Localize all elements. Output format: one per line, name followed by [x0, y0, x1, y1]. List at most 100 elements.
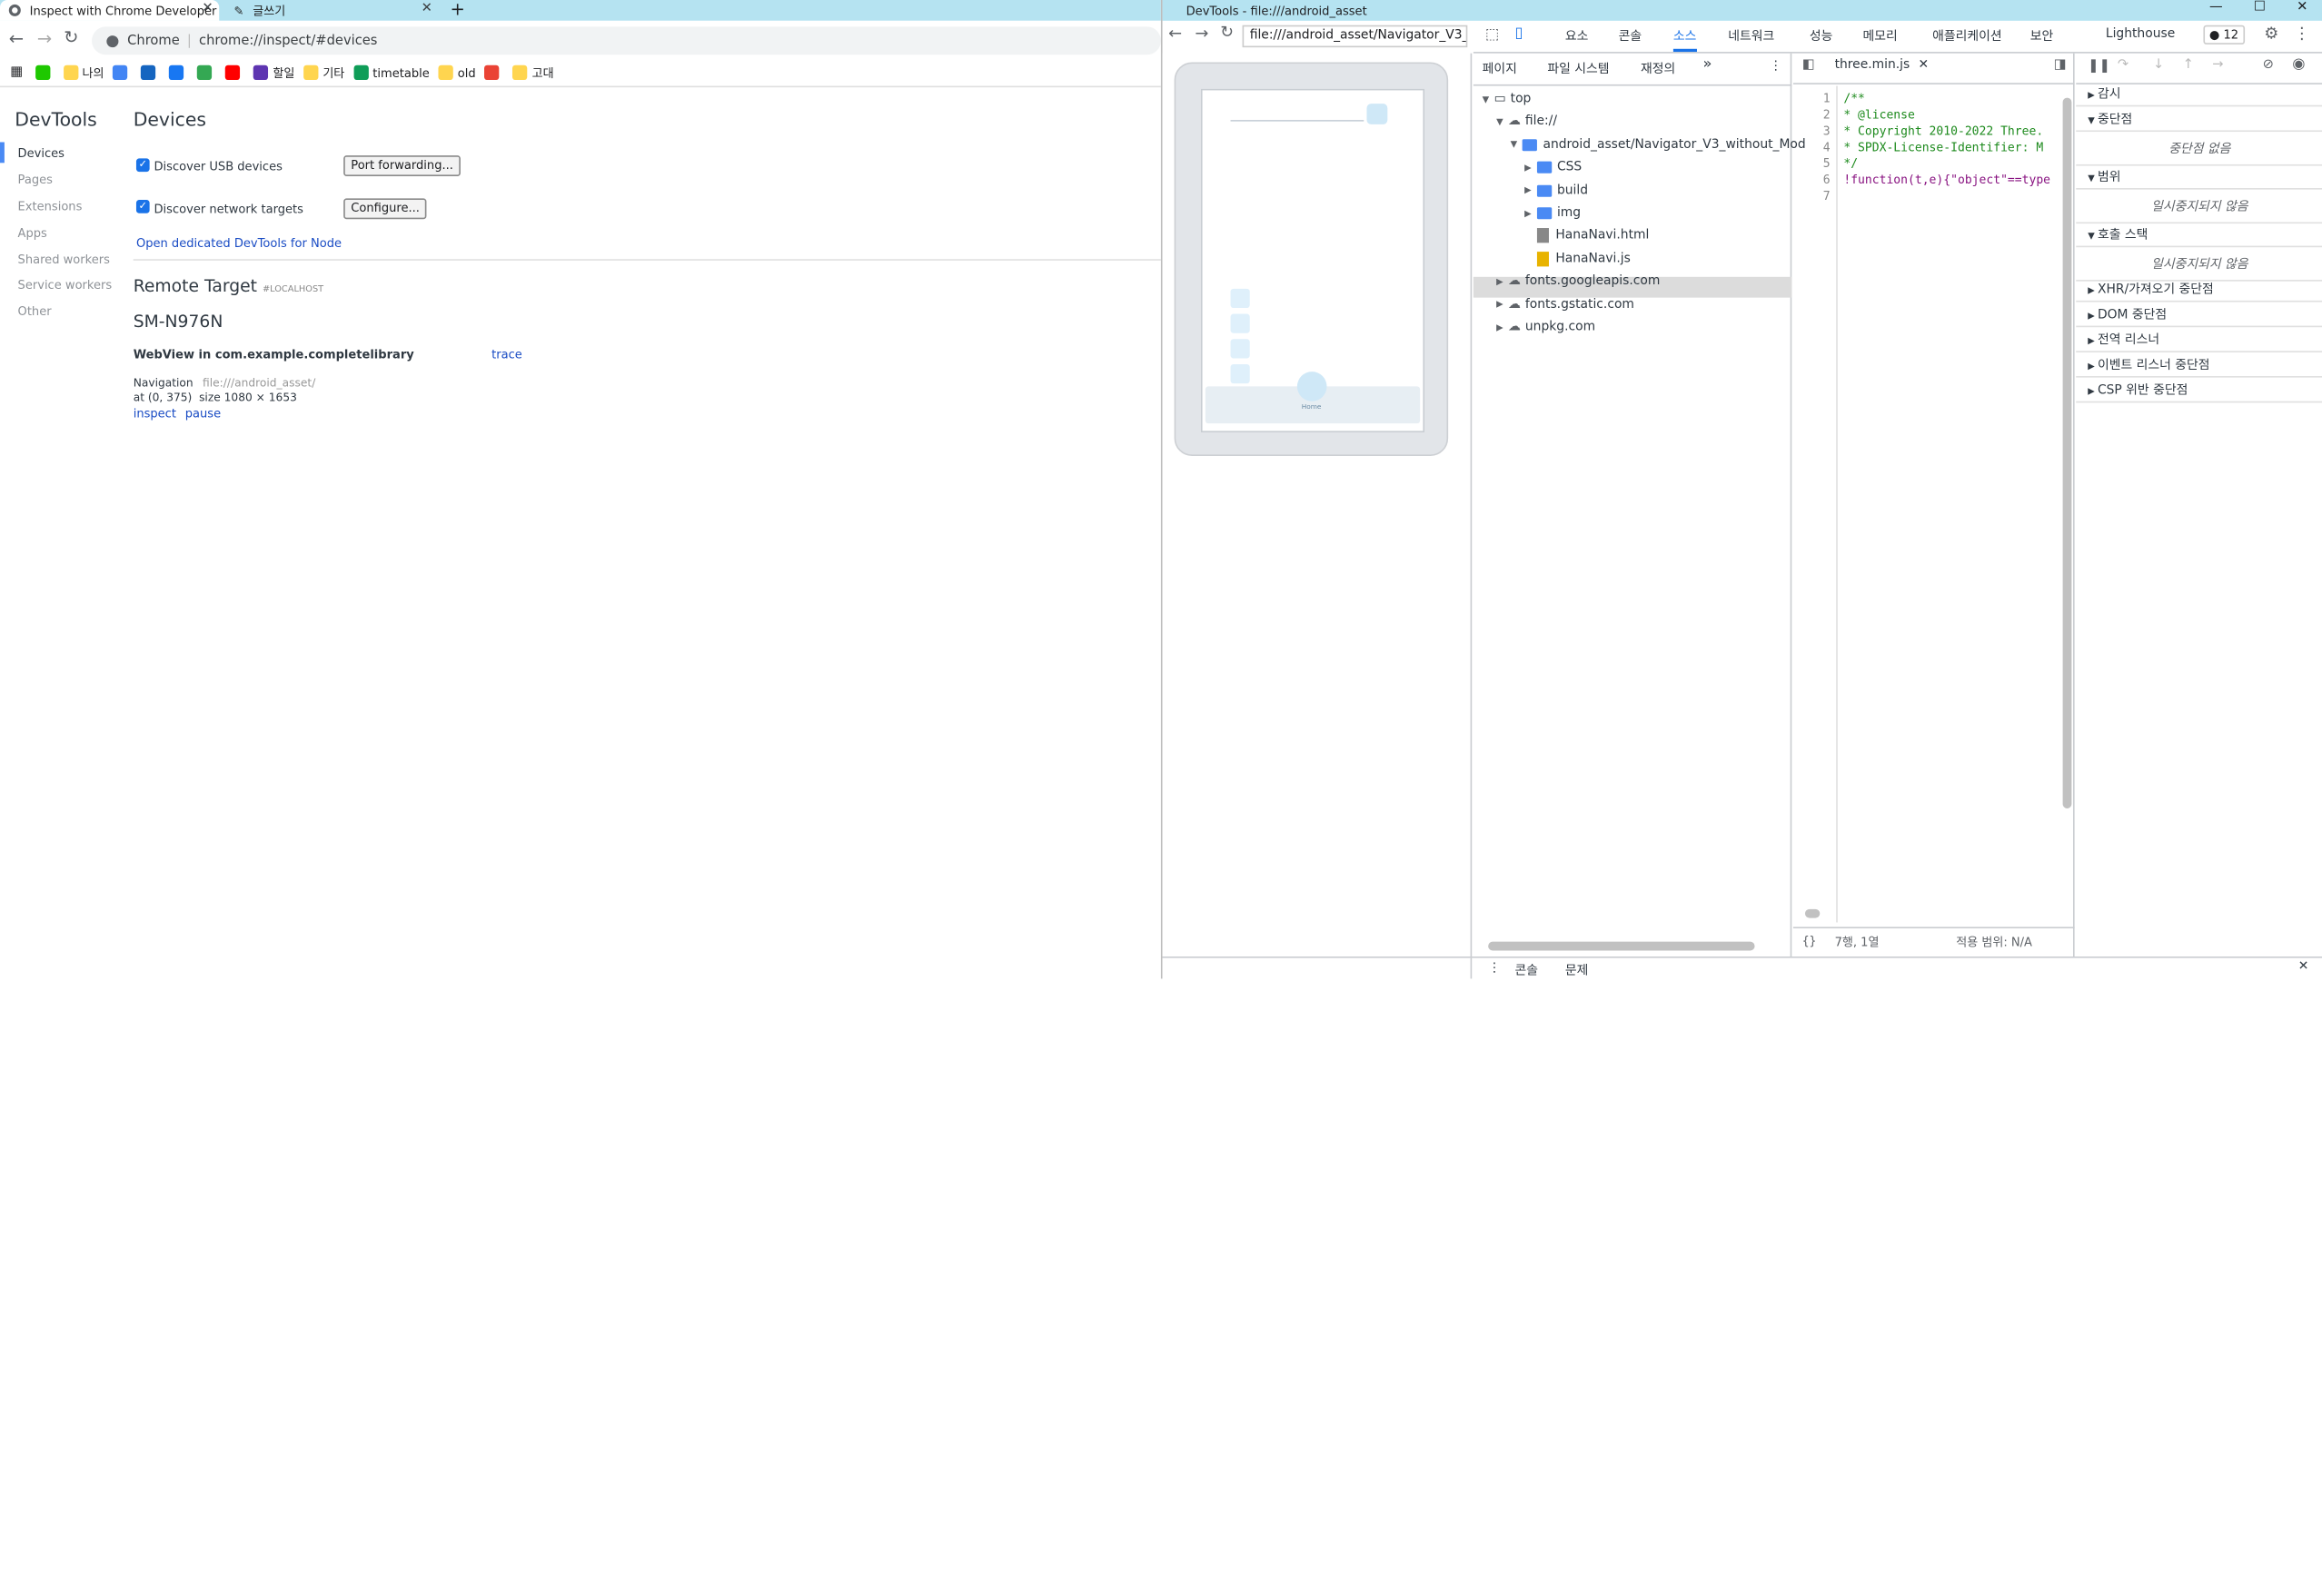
tree-item[interactable]: ▶ build — [1524, 183, 1588, 197]
tree-item[interactable]: ▶ ☁ fonts.gstatic.com — [1496, 297, 1634, 312]
discover-network-checkbox[interactable]: ✓ — [135, 200, 150, 213]
bookmark-item[interactable]: 기타 — [303, 64, 344, 81]
drawer-tab-issues[interactable]: 문제 — [1565, 961, 1588, 978]
global-listeners-section[interactable]: ▶ 전역 리스너 — [2076, 329, 2322, 352]
screencast-reload-icon[interactable]: ↻ — [1220, 22, 1234, 41]
code-line[interactable]: * @license — [1843, 108, 1915, 122]
sidebar-item-other[interactable]: Other — [18, 305, 52, 319]
code-line[interactable]: * Copyright 2010-2022 Three. — [1843, 124, 2043, 138]
forward-icon[interactable]: → — [37, 28, 52, 49]
apps-icon[interactable]: ▦ — [10, 65, 23, 80]
csp-breakpoints-section[interactable]: ▶ CSP 위반 중단점 — [2076, 379, 2322, 403]
tab-console[interactable]: 콘솔 — [1619, 26, 1642, 45]
configure-button[interactable]: Configure... — [343, 198, 428, 220]
tab-write[interactable]: ✎ 글쓰기 ✕ — [225, 0, 439, 21]
navigator-hscrollbar[interactable] — [1488, 941, 1755, 951]
bookmark-item[interactable]: timetable — [353, 64, 430, 81]
issues-badge[interactable]: ● 12 — [2203, 25, 2245, 45]
step-out-icon[interactable]: ↑ — [2183, 58, 2194, 73]
device-screen[interactable]: Home — [1200, 88, 1425, 432]
sidebar-item-pages[interactable]: Pages — [18, 173, 53, 187]
tab-network[interactable]: 네트워크 — [1728, 26, 1774, 45]
tab-elements[interactable]: 요소 — [1565, 26, 1588, 45]
tree-item[interactable]: ▼ ☁ file:// — [1496, 114, 1557, 129]
more-options-icon[interactable]: ⋮ — [2294, 24, 2310, 43]
code-line[interactable]: /** — [1843, 92, 1865, 105]
scope-section[interactable]: ▼ 범위 — [2076, 166, 2322, 190]
minimize-icon[interactable]: — — [2209, 0, 2223, 15]
more-tabs-icon[interactable]: » — [1703, 56, 1712, 73]
code-line[interactable]: */ — [1843, 157, 1858, 171]
screencast-forward-icon[interactable]: → — [1195, 24, 1208, 43]
tree-item[interactable]: ▶ ☁ fonts.googleapis.com — [1496, 274, 1660, 289]
tab-application[interactable]: 애플리케이션 — [1932, 26, 2001, 45]
open-node-devtools-link[interactable]: Open dedicated DevTools for Node — [136, 237, 342, 251]
step-icon[interactable]: → — [2212, 58, 2223, 73]
code-line[interactable]: !function(t,e){"object"==type — [1843, 173, 2050, 187]
pretty-print-icon[interactable]: {} — [1802, 935, 1817, 948]
trace-link[interactable]: trace — [491, 348, 522, 362]
dom-breakpoints-section[interactable]: ▶ DOM 중단점 — [2076, 303, 2322, 328]
sidebar-item-apps[interactable]: Apps — [18, 226, 47, 240]
bookmark-item[interactable]: 할일 — [253, 64, 294, 81]
back-icon[interactable]: ← — [9, 28, 24, 49]
tab-inspect[interactable]: Inspect with Chrome Developer ✕ — [0, 0, 220, 21]
bookmark-item[interactable]: 나의 — [63, 64, 104, 81]
sidebar-item-devices[interactable]: Devices — [18, 146, 64, 160]
bookmark-item[interactable] — [141, 64, 160, 81]
tree-item[interactable]: ▶ img — [1524, 206, 1581, 221]
nav-tab-page[interactable]: 페이지 — [1483, 59, 1517, 76]
bookmark-item[interactable] — [197, 64, 216, 81]
bookmark-item[interactable]: 고대 — [512, 64, 554, 81]
tab-security[interactable]: 보안 — [2030, 26, 2053, 45]
settings-gear-icon[interactable]: ⚙ — [2264, 24, 2278, 43]
inspect-link[interactable]: inspect — [134, 407, 176, 421]
step-over-icon[interactable]: ↷ — [2118, 58, 2128, 73]
nav-tab-filesystem[interactable]: 파일 시스템 — [1547, 59, 1609, 76]
discover-usb-checkbox[interactable]: ✓ — [135, 158, 150, 173]
close-icon[interactable]: ✕ — [422, 2, 432, 16]
tree-item[interactable]: ▼ ▭ top — [1483, 92, 1532, 106]
nav-tab-overrides[interactable]: 재정의 — [1641, 59, 1675, 76]
bookmark-item[interactable] — [113, 64, 132, 81]
tab-sources[interactable]: 소스 — [1672, 26, 1697, 53]
bookmark-item[interactable] — [169, 64, 188, 81]
tab-lighthouse[interactable]: Lighthouse — [2106, 26, 2175, 41]
code-line[interactable]: * SPDX-License-Identifier: M — [1843, 141, 2043, 154]
tab-memory[interactable]: 메모리 — [1863, 26, 1898, 45]
bookmark-item[interactable] — [225, 64, 244, 81]
reload-icon[interactable]: ↻ — [64, 26, 78, 47]
watch-section[interactable]: ▶ 감시 — [2076, 83, 2322, 107]
step-into-icon[interactable]: ↓ — [2153, 58, 2164, 73]
xhr-breakpoints-section[interactable]: ▶ XHR/가져오기 중단점 — [2076, 278, 2322, 302]
pause-icon[interactable]: ❚❚ — [2088, 59, 2110, 74]
new-tab-icon[interactable]: + — [451, 0, 465, 19]
port-forwarding-button[interactable]: Port forwarding... — [343, 155, 461, 176]
drawer-close-icon[interactable]: ✕ — [2298, 959, 2309, 974]
editor-vscrollbar[interactable] — [2062, 97, 2072, 808]
drawer-menu-icon[interactable]: ⋮ — [1488, 961, 1501, 976]
home-button[interactable] — [1296, 372, 1327, 401]
tree-item[interactable]: ▼ android_asset/Navigator_V3_without_Mod — [1511, 137, 1806, 152]
maximize-icon[interactable]: ☐ — [2254, 0, 2266, 15]
tab-performance[interactable]: 성능 — [1810, 26, 1832, 45]
tree-item[interactable]: ▶ CSS — [1524, 160, 1582, 174]
tree-item[interactable]: ▶ ☁ unpkg.com — [1496, 320, 1595, 334]
event-breakpoints-section[interactable]: ▶ 이벤트 리스너 중단점 — [2076, 354, 2322, 378]
drawer-tab-console[interactable]: 콘솔 — [1514, 961, 1537, 978]
sidebar-item-shared-workers[interactable]: Shared workers — [18, 253, 110, 267]
bookmark-item[interactable]: old — [438, 64, 476, 81]
editor-file-tab[interactable]: three.min.js ✕ — [1835, 58, 1930, 73]
sidebar-item-extensions[interactable]: Extensions — [18, 200, 83, 213]
sidebar-item-service-workers[interactable]: Service workers — [18, 278, 113, 292]
close-icon[interactable]: ✕ — [1919, 58, 1930, 73]
pause-on-exceptions-icon[interactable]: ◉ — [2292, 56, 2305, 73]
screencast-back-icon[interactable]: ← — [1168, 24, 1182, 43]
callstack-section[interactable]: ▼ 호출 스택 — [2076, 223, 2322, 248]
toggle-debugger-icon[interactable]: ◨ — [2054, 58, 2067, 73]
pause-link[interactable]: pause — [185, 407, 221, 421]
navigator-menu-icon[interactable]: ⋮ — [1770, 59, 1782, 74]
bookmark-item[interactable] — [484, 64, 503, 81]
device-toolbar-icon[interactable]: ▯ — [1514, 25, 1523, 42]
screencast-address[interactable]: file:///android_asset/Navigator_V3_ — [1242, 25, 1468, 48]
